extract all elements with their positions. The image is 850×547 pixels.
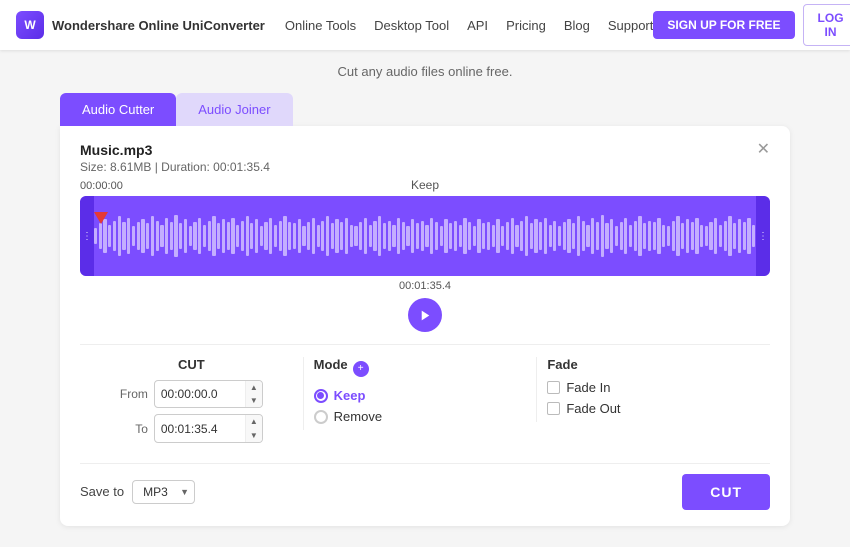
timecode-end-row: 00:01:35.4 xyxy=(80,280,770,292)
radio-keep-label: Keep xyxy=(334,388,366,403)
save-to-row: Save to MP3 AAC WAV OGG FLAC xyxy=(80,480,195,504)
radio-remove-circle xyxy=(314,410,328,424)
save-label: Save to xyxy=(80,484,124,499)
nav-link-support[interactable]: Support xyxy=(608,18,654,33)
page-subtitle: Cut any audio files online free. xyxy=(60,64,790,79)
tab-audio-cutter[interactable]: Audio Cutter xyxy=(60,93,176,126)
page-content: Cut any audio files online free. Audio C… xyxy=(0,50,850,540)
format-select[interactable]: MP3 AAC WAV OGG FLAC xyxy=(132,480,195,504)
main-card: Music.mp3 Size: 8.61MB | Duration: 00:01… xyxy=(60,126,790,526)
radio-remove[interactable]: Remove xyxy=(314,409,537,424)
cut-section: CUT From ▲ ▼ To xyxy=(80,357,303,449)
nav-link-online-tools[interactable]: Online Tools xyxy=(285,18,356,33)
play-button[interactable] xyxy=(408,298,442,332)
checkbox-fade-out-label: Fade Out xyxy=(566,401,620,416)
waveform-canvas xyxy=(94,196,756,276)
handle-left[interactable]: ⋮ xyxy=(80,196,94,276)
from-increment[interactable]: ▲ xyxy=(246,381,262,394)
mode-title: Mode xyxy=(314,357,348,372)
tab-audio-joiner[interactable]: Audio Joiner xyxy=(176,93,292,126)
playhead xyxy=(94,212,108,224)
mode-section: Mode + Keep Remove xyxy=(303,357,537,430)
to-increment[interactable]: ▲ xyxy=(246,415,262,428)
mode-title-row: Mode + xyxy=(314,357,537,380)
format-wrapper: MP3 AAC WAV OGG FLAC xyxy=(132,480,195,504)
from-decrement[interactable]: ▼ xyxy=(246,394,262,407)
close-button[interactable]: ✕ xyxy=(757,142,770,158)
logo-text: Wondershare Online UniConverter xyxy=(52,18,265,33)
to-row: To ▲ ▼ xyxy=(80,414,303,442)
checkbox-fade-in[interactable]: Fade In xyxy=(547,380,770,395)
checkbox-fade-in-label: Fade In xyxy=(566,380,610,395)
from-spinner: ▲ ▼ xyxy=(245,381,262,407)
to-input[interactable] xyxy=(155,419,245,439)
logo-area: W Wondershare Online UniConverter xyxy=(16,11,265,39)
nav-link-desktop-tool[interactable]: Desktop Tool xyxy=(374,18,449,33)
play-icon xyxy=(419,309,432,322)
cut-title: CUT xyxy=(80,357,303,372)
nav-link-api[interactable]: API xyxy=(467,18,488,33)
checkbox-fade-out[interactable]: Fade Out xyxy=(547,401,770,416)
fade-section: Fade Fade In Fade Out xyxy=(536,357,770,422)
nav-actions: SIGN UP FOR FREE LOG IN xyxy=(653,4,850,46)
timecode-start: 00:00:00 xyxy=(80,180,123,192)
waveform-track[interactable]: ⋮ ⋮ xyxy=(80,196,770,276)
keep-label: Keep xyxy=(411,178,439,192)
file-name: Music.mp3 xyxy=(80,142,270,158)
signup-button[interactable]: SIGN UP FOR FREE xyxy=(653,11,794,39)
to-label: To xyxy=(120,422,148,436)
radio-keep-circle xyxy=(314,389,328,403)
handle-right[interactable]: ⋮ xyxy=(756,196,770,276)
controls-row: CUT From ▲ ▼ To xyxy=(80,344,770,449)
waveform-container: 00:00:00 Keep ⋮ ⋮ xyxy=(80,180,770,276)
file-meta: Size: 8.61MB | Duration: 00:01:35.4 xyxy=(80,160,270,174)
nav-link-pricing[interactable]: Pricing xyxy=(506,18,546,33)
cut-button[interactable]: CUT xyxy=(682,474,770,510)
play-btn-row xyxy=(80,298,770,332)
timecode-end: 00:01:35.4 xyxy=(399,280,451,292)
file-info-row: Music.mp3 Size: 8.61MB | Duration: 00:01… xyxy=(80,142,770,174)
tabs: Audio Cutter Audio Joiner xyxy=(60,93,790,126)
from-row: From ▲ ▼ xyxy=(80,380,303,408)
bottom-bar: Save to MP3 AAC WAV OGG FLAC CUT xyxy=(80,463,770,510)
file-info: Music.mp3 Size: 8.61MB | Duration: 00:01… xyxy=(80,142,270,174)
to-spinner: ▲ ▼ xyxy=(245,415,262,441)
nav-links: Online Tools Desktop Tool API Pricing Bl… xyxy=(285,18,654,33)
checkbox-fade-out-box xyxy=(547,402,560,415)
fade-title: Fade xyxy=(547,357,770,372)
nav-link-blog[interactable]: Blog xyxy=(564,18,590,33)
to-decrement[interactable]: ▼ xyxy=(246,429,262,442)
from-input-wrapper: ▲ ▼ xyxy=(154,380,263,408)
radio-remove-label: Remove xyxy=(334,409,382,424)
login-button[interactable]: LOG IN xyxy=(803,4,850,46)
logo-icon: W xyxy=(16,11,44,39)
navbar: W Wondershare Online UniConverter Online… xyxy=(0,0,850,50)
radio-keep[interactable]: Keep xyxy=(314,388,537,403)
to-input-wrapper: ▲ ▼ xyxy=(154,414,263,442)
checkbox-fade-in-box xyxy=(547,381,560,394)
from-input[interactable] xyxy=(155,384,245,404)
mode-help-icon[interactable]: + xyxy=(353,361,369,377)
from-label: From xyxy=(120,387,148,401)
